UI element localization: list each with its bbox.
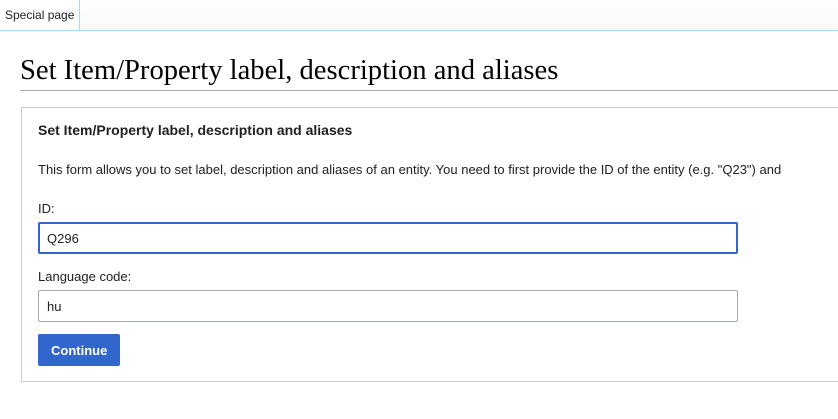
form-intro-text: This form allows you to set label, descr… [38, 162, 782, 177]
continue-button[interactable]: Continue [38, 334, 121, 366]
id-field-label: ID: [38, 201, 55, 216]
id-input[interactable] [38, 222, 738, 254]
tab-bar-divider [0, 30, 838, 31]
tab-bar: Special page [0, 0, 838, 31]
page-title: Set Item/Property label, description and… [20, 54, 838, 91]
tab-special-page[interactable]: Special page [0, 0, 81, 31]
tab-special-page-label: Special page [5, 8, 75, 22]
language-field-label: Language code: [38, 269, 132, 284]
special-page-form: Set Item/Property label, description and… [21, 107, 838, 382]
form-legend: Set Item/Property label, description and… [38, 122, 353, 138]
language-code-input[interactable] [38, 290, 738, 322]
